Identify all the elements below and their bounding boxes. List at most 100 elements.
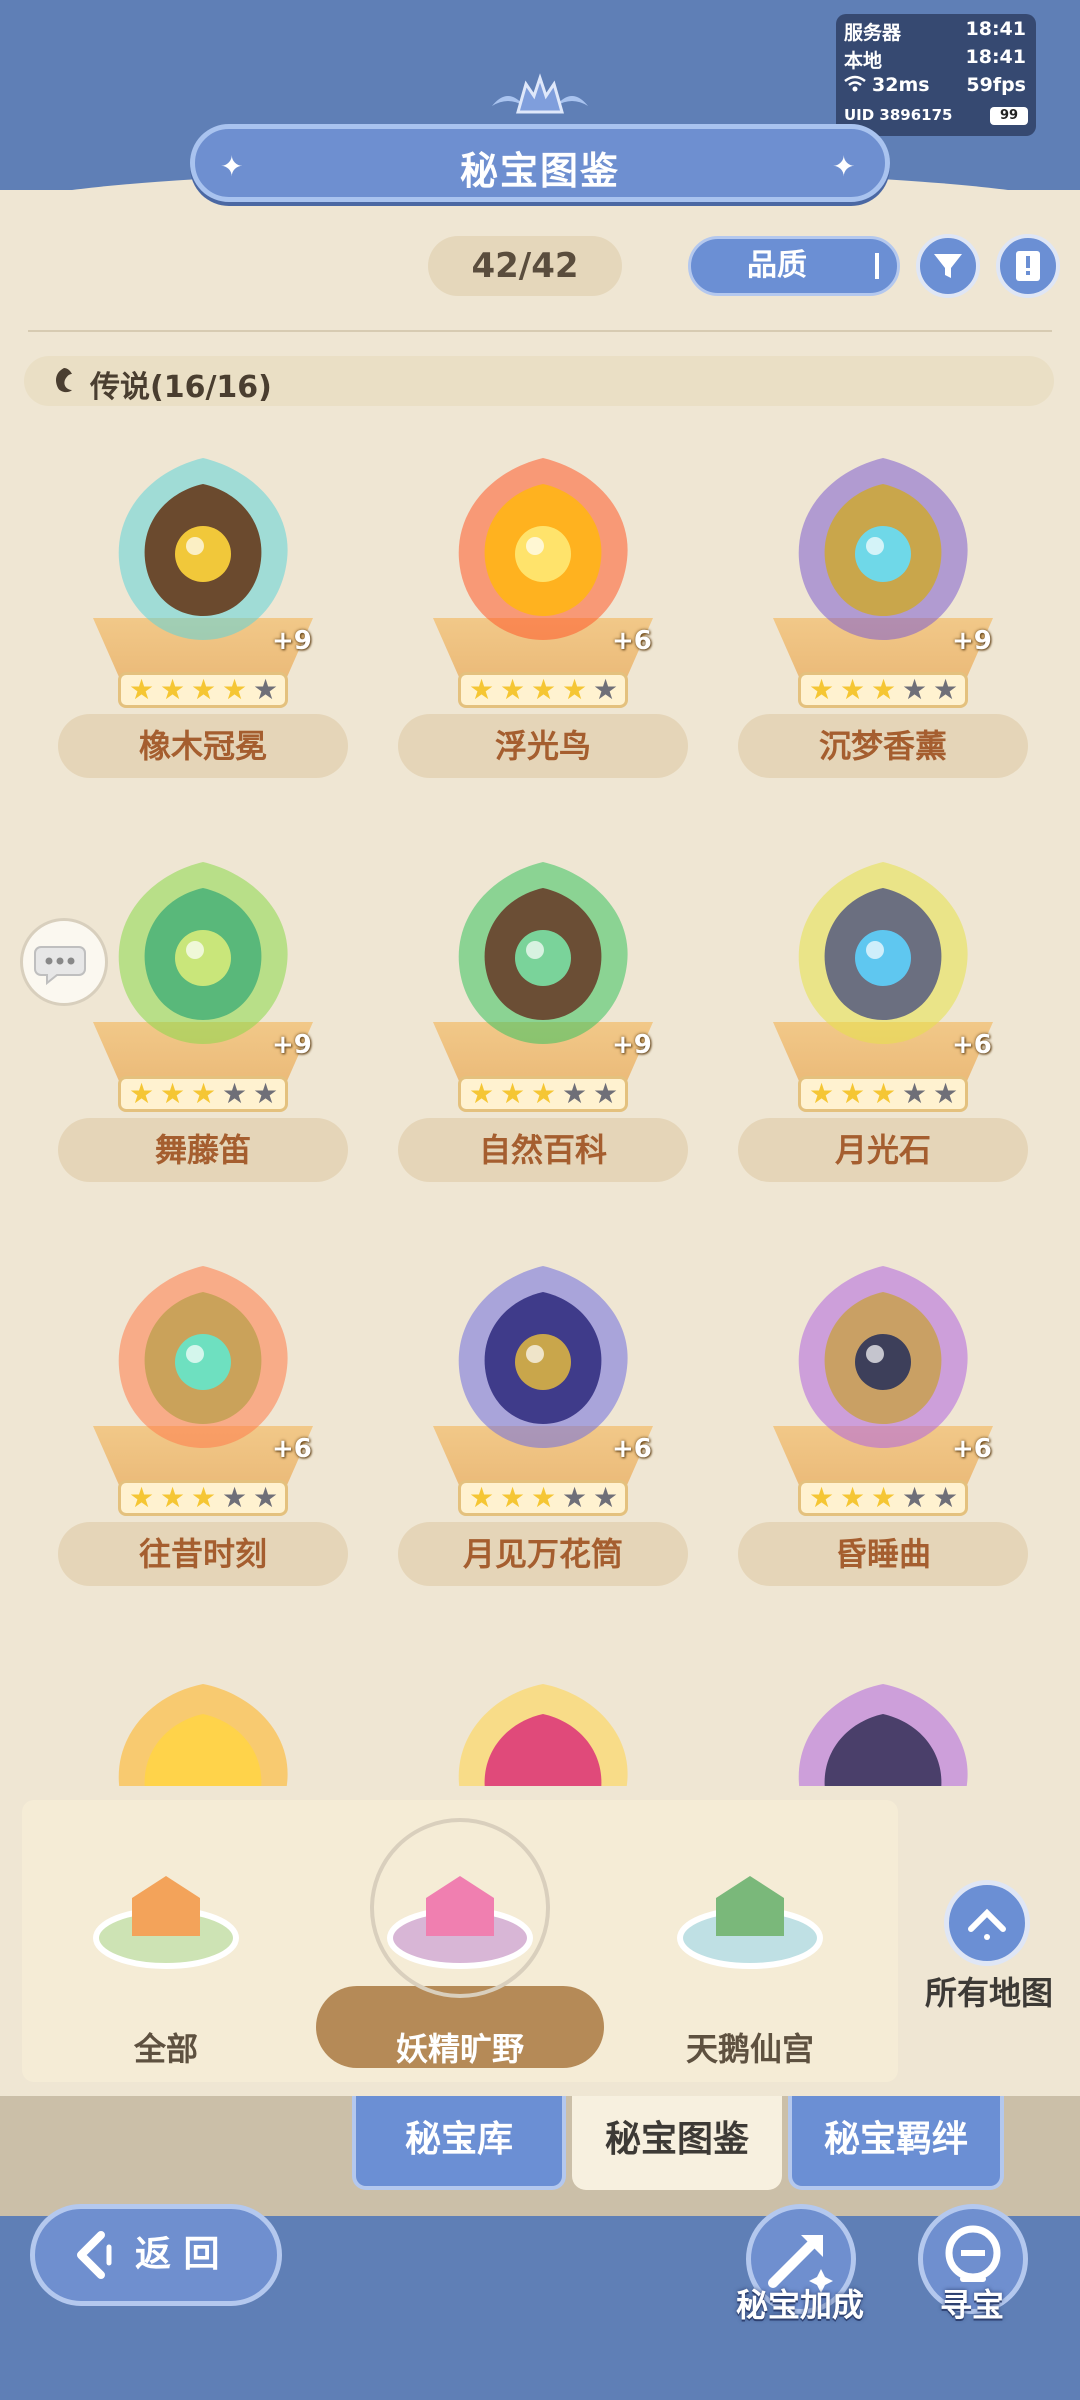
treasure-card[interactable]: ★ ★ ★ ★ ★ +6 月见万花筒 bbox=[398, 1258, 688, 1618]
star-filled-icon: ★ bbox=[871, 673, 897, 706]
treasure-name: 沉梦香薰 bbox=[738, 714, 1028, 778]
filter-button[interactable] bbox=[916, 234, 980, 298]
treasure-card[interactable]: ★ ★ ★ ★ ★ +9 橡木冠冕 bbox=[58, 450, 348, 810]
treasure-name: 月见万花筒 bbox=[398, 1522, 688, 1586]
star-filled-icon: ★ bbox=[160, 1481, 186, 1514]
treasure-art-icon bbox=[798, 1266, 968, 1448]
map-label: 天鹅仙宫 bbox=[685, 2030, 814, 2068]
upgrade-level: +9 bbox=[952, 626, 992, 656]
treasure-name: 月光石 bbox=[738, 1118, 1028, 1182]
star-rating: ★ ★ ★ ★ ★ bbox=[798, 1076, 968, 1112]
star-filled-icon: ★ bbox=[469, 1077, 495, 1110]
star-empty-icon: ★ bbox=[562, 1077, 588, 1110]
treasure-art-icon bbox=[118, 1266, 288, 1448]
treasure-card-partial[interactable] bbox=[443, 1664, 643, 1786]
map-thumbnail-icon bbox=[677, 1876, 823, 1969]
uid-text: UID 3896175 bbox=[844, 106, 953, 124]
star-filled-icon: ★ bbox=[160, 1077, 186, 1110]
star-rating: ★ ★ ★ ★ ★ bbox=[458, 672, 628, 708]
star-empty-icon: ★ bbox=[562, 1481, 588, 1514]
back-label: 返 回 bbox=[135, 2234, 220, 2275]
treasure-name: 橡木冠冕 bbox=[58, 714, 348, 778]
back-arrow-icon bbox=[77, 2231, 112, 2279]
book-button[interactable] bbox=[996, 234, 1060, 298]
status-overlay: 服务器 18:41 本地 18:41 32ms 59fps UID 3896175 … bbox=[836, 14, 1036, 136]
star-filled-icon: ★ bbox=[160, 673, 186, 706]
treasure-name: 自然百科 bbox=[398, 1118, 688, 1182]
star-rating: ★ ★ ★ ★ ★ bbox=[798, 672, 968, 708]
star-filled-icon: ★ bbox=[840, 1481, 866, 1514]
star-empty-icon: ★ bbox=[933, 1481, 959, 1514]
star-filled-icon: ★ bbox=[191, 1077, 217, 1110]
treasure-card[interactable]: ★ ★ ★ ★ ★ +6 月光石 bbox=[738, 854, 1028, 1214]
treasure-art-icon bbox=[458, 862, 628, 1044]
chat-button[interactable] bbox=[20, 918, 108, 1006]
upgrade-level: +6 bbox=[952, 1030, 992, 1060]
treasure-hunt-label: 寻宝 bbox=[939, 2286, 1004, 2324]
filter-icon bbox=[934, 254, 962, 278]
star-rating: ★ ★ ★ ★ ★ bbox=[118, 1480, 288, 1516]
star-filled-icon: ★ bbox=[129, 1077, 155, 1110]
treasure-card-partial[interactable] bbox=[103, 1664, 303, 1786]
star-filled-icon: ★ bbox=[871, 1077, 897, 1110]
map-option[interactable]: 全部 bbox=[66, 1818, 266, 2078]
star-filled-icon: ★ bbox=[840, 673, 866, 706]
star-empty-icon: ★ bbox=[593, 1481, 619, 1514]
upgrade-level: +6 bbox=[612, 1434, 652, 1464]
treasure-name: 舞藤笛 bbox=[58, 1118, 348, 1182]
treasure-art-icon bbox=[798, 458, 968, 640]
star-empty-icon: ★ bbox=[253, 673, 279, 706]
treasure-art-icon bbox=[118, 1684, 288, 1786]
treasure-card[interactable]: ★ ★ ★ ★ ★ +9 舞藤笛 bbox=[58, 854, 348, 1214]
star-empty-icon: ★ bbox=[253, 1077, 279, 1110]
map-thumbnail-icon bbox=[93, 1876, 239, 1969]
star-empty-icon: ★ bbox=[902, 673, 928, 706]
treasure-art-icon bbox=[458, 458, 628, 640]
sort-quality-button[interactable]: 品质 bbox=[688, 236, 900, 296]
fps-value: 59fps bbox=[966, 74, 1026, 96]
treasure-art-icon bbox=[118, 458, 288, 640]
treasure-art-icon bbox=[118, 862, 288, 1044]
star-filled-icon: ★ bbox=[469, 673, 495, 706]
treasure-card-partial[interactable] bbox=[783, 1664, 983, 1786]
all-maps-button[interactable] bbox=[944, 1880, 1030, 1966]
treasure-card[interactable]: ★ ★ ★ ★ ★ +9 沉梦香薰 bbox=[738, 450, 1028, 810]
sort-label: 品质 bbox=[747, 248, 807, 283]
treasure-card[interactable]: ★ ★ ★ ★ ★ +6 浮光鸟 bbox=[398, 450, 688, 810]
map-option[interactable]: 天鹅仙宫 bbox=[650, 1818, 850, 2078]
star-empty-icon: ★ bbox=[222, 1077, 248, 1110]
back-button[interactable]: 返 回 bbox=[30, 2204, 282, 2306]
star-filled-icon: ★ bbox=[531, 1481, 557, 1514]
tab-treasure-codex[interactable]: 秘宝图鉴 bbox=[572, 2096, 782, 2190]
upgrade-level: +9 bbox=[272, 626, 312, 656]
star-empty-icon: ★ bbox=[902, 1077, 928, 1110]
star-filled-icon: ★ bbox=[222, 673, 248, 706]
star-rating: ★ ★ ★ ★ ★ bbox=[118, 1076, 288, 1112]
chat-icon bbox=[34, 946, 86, 986]
tab-treasure-bond[interactable]: 秘宝羁绊 bbox=[788, 2096, 1004, 2190]
server-label: 服务器 bbox=[844, 22, 902, 44]
treasure-art-icon bbox=[798, 1684, 968, 1786]
treasure-card[interactable]: ★ ★ ★ ★ ★ +9 自然百科 bbox=[398, 854, 688, 1214]
star-rating: ★ ★ ★ ★ ★ bbox=[118, 672, 288, 708]
treasure-art-icon bbox=[798, 862, 968, 1044]
treasure-name: 昏睡曲 bbox=[738, 1522, 1028, 1586]
treasure-card[interactable]: ★ ★ ★ ★ ★ +6 往昔时刻 bbox=[58, 1258, 348, 1618]
map-option[interactable]: 妖精旷野 bbox=[360, 1818, 560, 2078]
star-filled-icon: ★ bbox=[500, 1481, 526, 1514]
upgrade-level: +6 bbox=[952, 1434, 992, 1464]
tab-treasure-vault[interactable]: 秘宝库 bbox=[352, 2096, 566, 2190]
star-filled-icon: ★ bbox=[531, 1077, 557, 1110]
page-title: 秘宝图鉴 bbox=[459, 149, 620, 193]
star-rating: ★ ★ ★ ★ ★ bbox=[458, 1076, 628, 1112]
star-filled-icon: ★ bbox=[531, 673, 557, 706]
treasure-card[interactable]: ★ ★ ★ ★ ★ +6 昏睡曲 bbox=[738, 1258, 1028, 1618]
upgrade-level: +9 bbox=[272, 1030, 312, 1060]
star-filled-icon: ★ bbox=[191, 673, 217, 706]
treasure-name: 往昔时刻 bbox=[58, 1522, 348, 1586]
chevron-up-icon bbox=[968, 1908, 1006, 1940]
battery-indicator: 99 bbox=[990, 107, 1028, 125]
map-label: 妖精旷野 bbox=[395, 2030, 524, 2068]
upgrade-level: +6 bbox=[272, 1434, 312, 1464]
local-label: 本地 bbox=[844, 50, 883, 72]
